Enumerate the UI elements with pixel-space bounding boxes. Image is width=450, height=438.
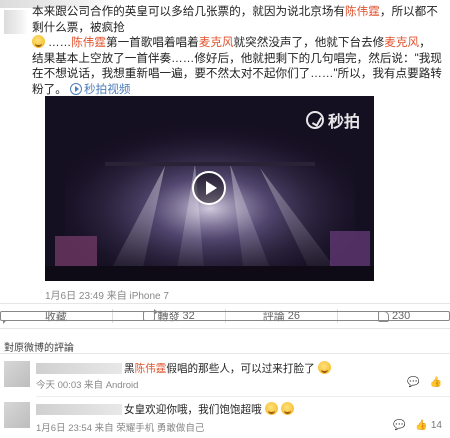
post-text-segment: …… — [48, 36, 72, 49]
watermark-text: 秒拍 — [327, 114, 360, 131]
mention-name[interactable]: 陈伟霆 — [71, 36, 106, 49]
comment-like-count: 14 — [430, 420, 442, 431]
play-button[interactable] — [192, 171, 226, 205]
avatar[interactable] — [4, 402, 30, 428]
video-link[interactable]: 秒拍视频 — [70, 82, 131, 96]
comments-section-title: 對原微博的評論 — [4, 343, 74, 354]
topic-mic[interactable]: 麦克风 — [199, 36, 234, 49]
author-avatar[interactable] — [4, 10, 28, 34]
thumbs-up-icon: 👍 — [415, 420, 428, 431]
post-meta: 1月6日 23:49 来自 iPhone 7 — [45, 291, 169, 302]
comment-time: 1月6日 23:54 来自 荣耀手机 勇敢做自己 — [36, 423, 205, 434]
section-divider — [0, 353, 450, 354]
comment-button[interactable]: 評論 26 — [0, 308, 450, 324]
comment-actions: 💬 👍 — [407, 377, 442, 388]
avatar[interactable] — [4, 361, 30, 387]
comment-text: 黑陈伟霆假唱的那些人，可以过来打脸了 — [124, 361, 334, 376]
post-text-segment: 第一首歌唱着唱着 — [105, 36, 199, 49]
video-link-label: 秒拍视频 — [84, 82, 131, 96]
post-body: 本来跟公司合作的英皇可以多给几张票的，就因为说北京场有陈伟霆，所以都不剩什么票，… — [32, 4, 442, 97]
comment-time: 今天 00:03 来自 Android — [36, 380, 139, 391]
miaopai-logo-icon — [305, 111, 324, 129]
thumbs-up-icon: 👍 — [429, 377, 442, 388]
comment-icon[interactable]: 💬 — [393, 420, 405, 431]
comment-divider — [36, 396, 450, 397]
video-player[interactable]: 秒拍 — [45, 96, 374, 281]
comment-like-button[interactable]: 👍 14 — [415, 420, 442, 431]
mention-name[interactable]: 陈伟霆 — [135, 363, 167, 375]
comment-icon[interactable]: 💬 — [407, 377, 419, 388]
laughing-emoji-icon — [280, 402, 294, 415]
comment-item: 女皇欢迎你哦，我们饱饱超哦 1月6日 23:54 来自 荣耀手机 勇敢做自己 💬… — [0, 400, 450, 438]
topic-mic[interactable]: 麦克风 — [384, 36, 419, 49]
post-text-segment: 本来跟公司合作的英皇可以多给几张票的，就因为说北京场有 — [32, 5, 346, 18]
comment-item: 黑陈伟霆假唱的那些人，可以过来打脸了 今天 00:03 来自 Android 💬… — [0, 357, 450, 395]
post-text-segment: 就突然没声了，他就下台去修 — [233, 36, 385, 49]
video-link-icon — [70, 82, 83, 95]
laughing-emoji-icon — [264, 402, 278, 415]
video-watermark: 秒拍 — [305, 108, 360, 132]
laughing-emoji-icon — [317, 361, 331, 374]
thumbs-up-icon — [377, 310, 389, 322]
laughing-emoji-icon — [32, 35, 45, 48]
comment-like-button[interactable]: 👍 — [430, 377, 442, 388]
mention-name[interactable]: 陈伟霆 — [345, 5, 380, 18]
commenter-name[interactable] — [36, 404, 122, 415]
comment-actions: 💬 👍 14 — [393, 420, 442, 431]
commenter-name[interactable] — [36, 363, 122, 374]
comment-text: 女皇欢迎你哦，我们饱饱超哦 — [124, 402, 297, 417]
action-bar: 收藏 轉發 32 評論 26 230 — [0, 303, 450, 329]
